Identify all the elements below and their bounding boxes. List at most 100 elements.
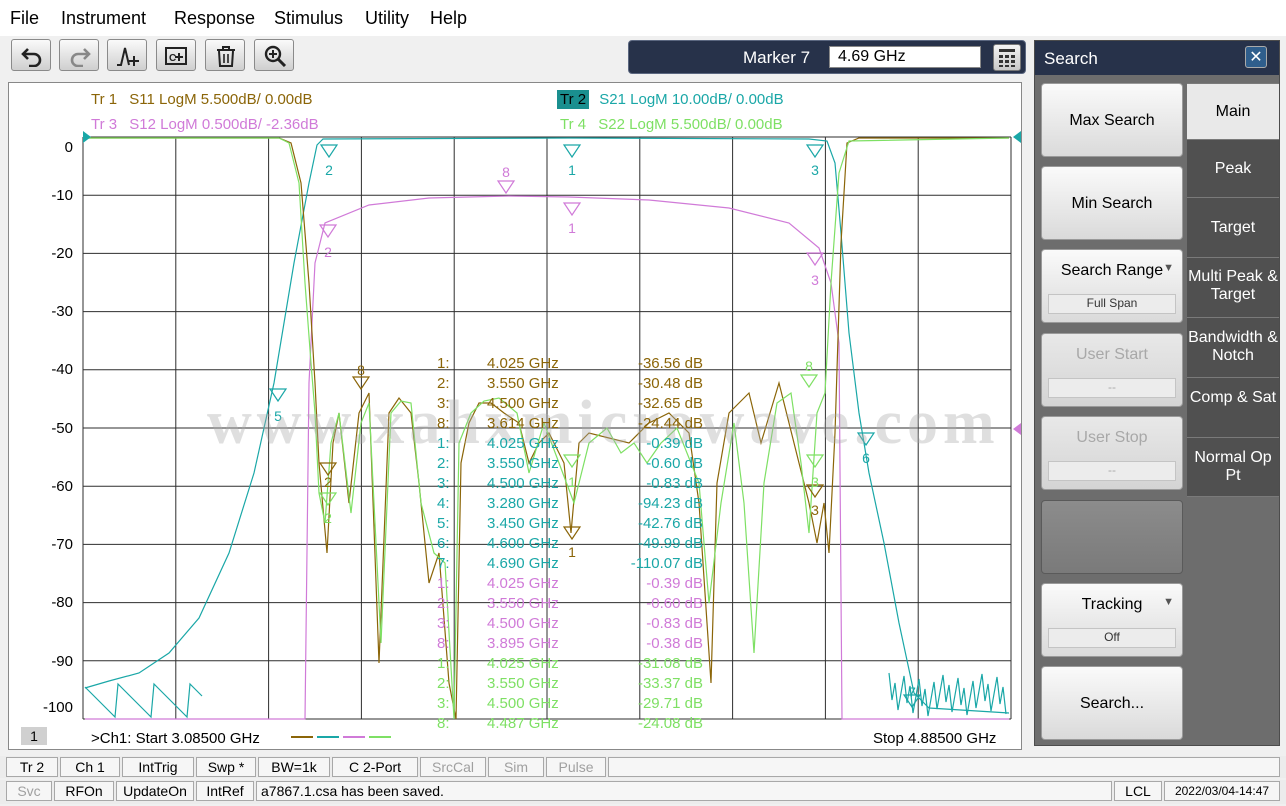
marker-number: 1: — [437, 355, 450, 372]
marker-number: 2: — [437, 455, 450, 472]
marker-value: -0.83 dB — [646, 475, 703, 492]
marker-frequency: 3.550 GHz — [487, 675, 559, 692]
channel-badge[interactable]: 1 — [21, 727, 47, 745]
trace-s21-noise — [84, 682, 203, 719]
measurement-plot[interactable]: 213567213882132138 0 -10 -20 -30 -40 -50… — [8, 82, 1022, 750]
status-srccal[interactable]: SrcCal — [420, 757, 486, 777]
tab-peak[interactable]: Peak — [1187, 139, 1279, 197]
min-search-button[interactable]: Min Search — [1041, 166, 1183, 240]
trace-3-id: Tr 3 — [91, 116, 118, 133]
status-channel[interactable]: Ch 1 — [60, 757, 120, 777]
trace-3-title[interactable]: Tr 3 S12 LogM 0.500dB/ -2.36dB — [91, 116, 319, 133]
marker-triangle — [805, 144, 825, 159]
marker-triangle — [562, 144, 582, 159]
status-sweep[interactable]: Swp * — [196, 757, 256, 777]
status-svc[interactable]: Svc — [6, 781, 52, 801]
stop-frequency[interactable]: Stop 4.88500 GHz — [873, 730, 996, 747]
search-panel-title: Search — [1044, 49, 1098, 68]
marker-number: 3: — [437, 395, 450, 412]
marker-label: 3 — [811, 272, 819, 288]
tab-comp-sat[interactable]: Comp & Sat — [1187, 377, 1279, 437]
trace-4-title[interactable]: Tr 4 S22 LogM 5.500dB/ 0.00dB — [560, 116, 783, 133]
marker-triangle — [805, 252, 825, 267]
tab-normal-op-pt[interactable]: Normal Op Pt — [1187, 437, 1279, 497]
status-rf-on[interactable]: RFOn — [54, 781, 114, 801]
search-more-button[interactable]: Search... — [1041, 666, 1183, 740]
marker-number: 2: — [437, 675, 450, 692]
marker-value: -0.60 dB — [646, 455, 703, 472]
user-stop-value: -- — [1048, 461, 1176, 481]
menu-help[interactable]: Help — [430, 8, 467, 29]
marker-frequency: 4.500 GHz — [487, 695, 559, 712]
y-axis-label: -10 — [51, 187, 73, 204]
delete-button[interactable] — [205, 39, 245, 71]
svg-text:C: C — [169, 53, 176, 64]
screen-capture-button[interactable]: C — [156, 39, 196, 71]
menu-file[interactable]: File — [10, 8, 39, 29]
y-axis-label: -100 — [42, 699, 73, 716]
search-range-dropdown[interactable]: Search Range ▼ Full Span — [1041, 249, 1183, 323]
close-icon[interactable]: ✕ — [1245, 46, 1267, 68]
marker-number: 4: — [437, 495, 450, 512]
keypad-icon — [999, 49, 1015, 67]
y-axis-label: -30 — [51, 303, 73, 320]
marker-value: -0.60 dB — [646, 595, 703, 612]
status-trigger[interactable]: IntTrig — [122, 757, 194, 777]
marker-add-icon — [117, 47, 139, 66]
marker-number: 5: — [437, 515, 450, 532]
marker-number: 8: — [437, 415, 450, 432]
marker-label: 1 — [568, 474, 576, 490]
tab-main[interactable]: Main — [1187, 83, 1279, 139]
trace-2-desc: S21 LogM 10.00dB/ 0.00dB — [599, 91, 784, 108]
tab-bandwidth-notch[interactable]: Bandwidth & Notch — [1187, 317, 1279, 377]
undo-button[interactable] — [11, 39, 51, 71]
marker-value: -24.08 dB — [637, 715, 703, 732]
keypad-button[interactable] — [993, 44, 1021, 71]
status-bandwidth[interactable]: BW=1k — [258, 757, 330, 777]
marker-frequency: 4.690 GHz — [487, 555, 559, 572]
y-axis-label: -50 — [51, 420, 73, 437]
marker-frequency: 3.550 GHz — [487, 375, 559, 392]
max-search-button[interactable]: Max Search — [1041, 83, 1183, 157]
marker-value: -31.08 dB — [637, 655, 703, 672]
y-axis-label: -40 — [51, 361, 73, 378]
tab-target[interactable]: Target — [1187, 197, 1279, 257]
status-int-ref[interactable]: IntRef — [196, 781, 254, 801]
marker-number: 8: — [437, 715, 450, 732]
reference-marker-left — [83, 131, 91, 143]
trace-3-desc: S12 LogM 0.500dB/ -2.36dB — [129, 116, 319, 133]
status-sim[interactable]: Sim — [488, 757, 544, 777]
start-frequency[interactable]: >Ch1: Start 3.08500 GHz — [91, 730, 260, 747]
marker-triangle — [496, 180, 516, 195]
zoom-button[interactable] — [254, 39, 294, 71]
marker-add-button[interactable] — [107, 39, 147, 71]
marker-number: 1: — [437, 655, 450, 672]
marker-frequency-input[interactable]: 4.69 GHz — [829, 46, 981, 68]
redo-button[interactable] — [59, 39, 99, 71]
marker-frequency: 3.280 GHz — [487, 495, 559, 512]
trace-legend-lines — [291, 736, 391, 738]
menu-stimulus[interactable]: Stimulus — [274, 8, 343, 29]
status-calibration[interactable]: C 2-Port — [332, 757, 418, 777]
search-range-label: Search Range — [1060, 262, 1164, 279]
marker-number: 7: — [437, 555, 450, 572]
status-update-on[interactable]: UpdateOn — [116, 781, 194, 801]
marker-number: 3: — [437, 695, 450, 712]
marker-value: -29.71 dB — [637, 695, 703, 712]
status-pulse[interactable]: Pulse — [546, 757, 606, 777]
menu-instrument[interactable]: Instrument — [61, 8, 146, 29]
status-trace[interactable]: Tr 2 — [6, 757, 58, 777]
tracking-dropdown[interactable]: Tracking ▼ Off — [1041, 583, 1183, 657]
marker-label: 8 — [502, 164, 510, 180]
trace-1-title[interactable]: Tr 1 S11 LogM 5.500dB/ 0.00dB — [91, 91, 313, 108]
redo-icon — [70, 48, 91, 67]
status-message: a7867.1.csa has been saved. — [256, 781, 1112, 801]
menu-response[interactable]: Response — [174, 8, 255, 29]
tab-multi-peak-target[interactable]: Multi Peak & Target — [1187, 257, 1279, 317]
marker-label: 7 — [908, 684, 916, 700]
menu-utility[interactable]: Utility — [365, 8, 409, 29]
marker-number: 1: — [437, 575, 450, 592]
marker-value: -36.56 dB — [637, 355, 703, 372]
trace-2-title[interactable]: Tr 2 S21 LogM 10.00dB/ 0.00dB — [557, 90, 784, 109]
search-range-value: Full Span — [1048, 294, 1176, 314]
